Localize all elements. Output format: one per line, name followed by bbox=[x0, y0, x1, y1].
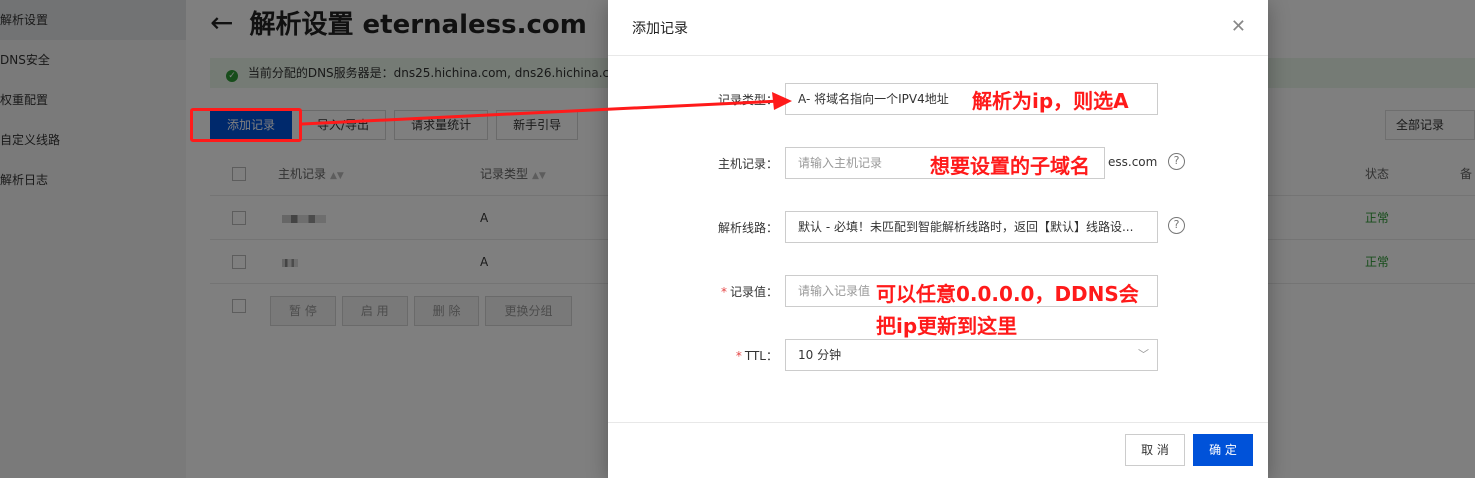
annotation-ddns-line1: 可以任意0.0.0.0，DDNS会 bbox=[876, 282, 1139, 306]
annotation-ddns-line2: 把ip更新到这里 bbox=[876, 314, 1018, 338]
annotation-subdomain: 想要设置的子域名 bbox=[930, 154, 1090, 178]
annotation-select-a: 解析为ip，则选A bbox=[972, 89, 1129, 113]
annotation-arrow bbox=[301, 92, 792, 126]
